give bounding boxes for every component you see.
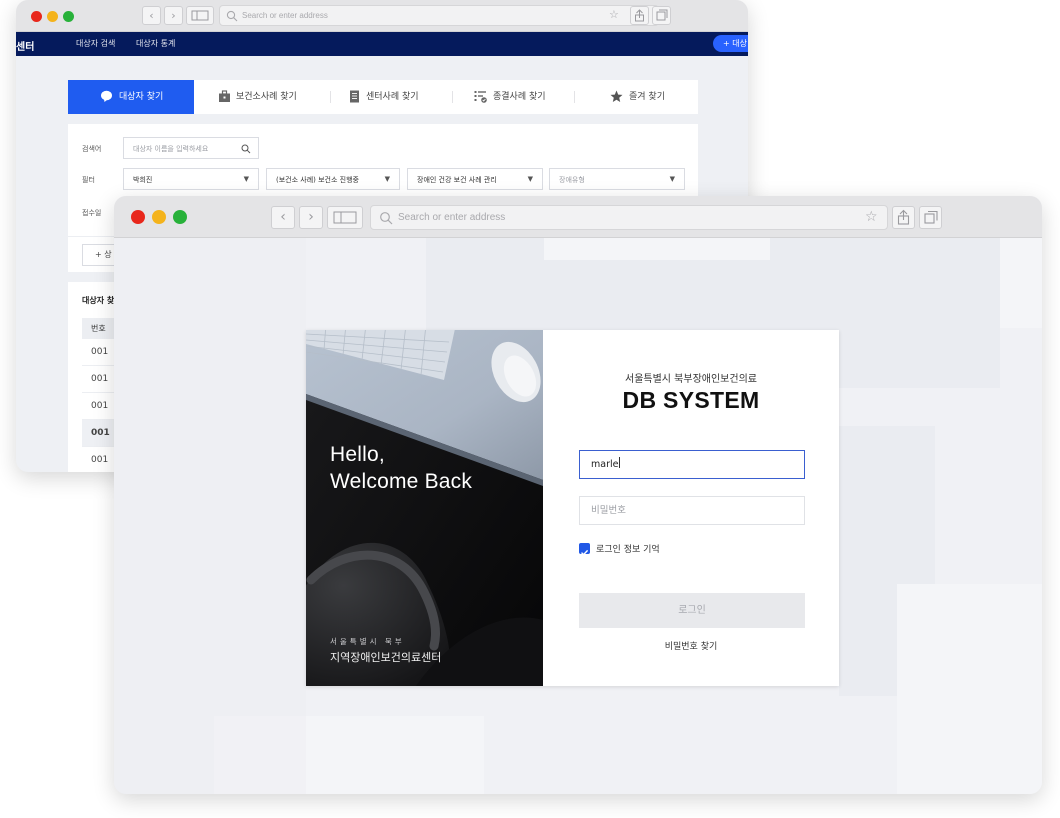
filter-select-disability-type[interactable]: 장애유형 ▼	[549, 168, 685, 190]
front-browser-window: ‹ › Search or enter address ☆ Hello, Wel…	[114, 196, 1042, 794]
address-placeholder: Search or enter address	[242, 11, 328, 20]
brand-logo-text: 센터	[16, 42, 35, 53]
search-icon[interactable]	[241, 144, 251, 154]
address-bar[interactable]: Search or enter address ☆	[370, 205, 888, 230]
back-nav-button[interactable]: ‹	[271, 206, 295, 229]
text-cursor	[619, 457, 621, 468]
remember-login-checkbox[interactable]	[579, 543, 590, 556]
caret-down-icon: ▼	[243, 175, 249, 183]
search-icon	[380, 212, 393, 225]
nav-item-statistics[interactable]: 대상자 통계	[136, 38, 175, 49]
close-window-button[interactable]	[31, 11, 42, 22]
forward-nav-button[interactable]: ›	[164, 6, 183, 25]
login-form: 서울특별시 북부장애인보건의료 DB SYSTEM marle 비밀번호 로그인…	[543, 330, 839, 686]
maximize-window-button[interactable]	[173, 210, 187, 224]
caret-down-icon: ▼	[527, 175, 533, 183]
minimize-window-button[interactable]	[47, 11, 58, 22]
tab-favorites[interactable]: 즐겨 찾기	[574, 80, 698, 114]
background-block	[114, 238, 306, 794]
add-subject-button[interactable]: + 대상	[713, 35, 748, 52]
hero-photo-panel: Hello, Welcome Back 서울특별시 북부 지역장애인보건의료센터	[306, 330, 543, 686]
remember-login-label[interactable]: 로그인 정보 기억	[596, 542, 660, 555]
top-navigation-bar: 센터 대상자 검색 대상자 통계 + 대상	[16, 32, 748, 56]
checklist-icon	[474, 91, 487, 103]
minimize-window-button[interactable]	[152, 210, 166, 224]
tab-closed-cases[interactable]: 종결사례 찾기	[452, 80, 574, 114]
background-block	[1000, 238, 1042, 328]
welcome-heading: Hello, Welcome Back	[330, 443, 473, 493]
forward-nav-button[interactable]: ›	[299, 206, 323, 229]
desktop-stage: ‹ › Search or enter address ☆ 센터 대상자 검색 …	[0, 0, 1060, 818]
caret-down-icon: ▼	[384, 175, 390, 183]
share-icon[interactable]	[892, 206, 915, 229]
sidebar-toggle-icon[interactable]	[327, 206, 363, 229]
document-icon	[350, 90, 359, 103]
back-nav-button[interactable]: ‹	[142, 6, 161, 25]
login-button[interactable]: 로그인	[579, 593, 805, 628]
tab-center-cases[interactable]: 센터사례 찾기	[330, 80, 452, 114]
nav-item-search[interactable]: 대상자 검색	[76, 38, 115, 49]
briefcase-icon	[219, 90, 230, 102]
username-input[interactable]: marle	[579, 450, 805, 479]
chat-bubble-icon	[101, 90, 112, 102]
close-window-button[interactable]	[131, 210, 145, 224]
filter-label: 필터	[82, 176, 95, 184]
desk-keyboard-mouse-image	[306, 330, 543, 686]
find-password-link[interactable]: 비밀번호 찾기	[543, 639, 839, 652]
bookmark-star-icon[interactable]: ☆	[609, 8, 619, 21]
tab-health-center-cases[interactable]: 보건소사례 찾기	[194, 80, 330, 114]
caret-down-icon: ▼	[669, 175, 675, 183]
maximize-window-button[interactable]	[63, 11, 74, 22]
tab-subject-search[interactable]: 대상자 찾기	[68, 80, 194, 114]
front-window-toolbar: ‹ › Search or enter address ☆	[114, 196, 1042, 238]
filter-select-program[interactable]: 장애인 건강 보건 사례 관리 ▼	[407, 168, 543, 190]
background-block	[544, 238, 770, 260]
search-tab-bar: 대상자 찾기 보건소사례 찾기 센터사례 찾기 종결사례 찾기 즐겨 찾기	[68, 80, 698, 114]
search-icon	[226, 10, 238, 22]
background-block	[897, 584, 1042, 794]
photo-org-subtitle: 서울특별시 북부	[330, 637, 405, 646]
filter-select-staff[interactable]: 박희진 ▼	[123, 168, 259, 190]
date-label: 접수일	[82, 209, 102, 217]
keyword-input[interactable]: 대상자 이름을 입력하세요	[123, 137, 259, 159]
organization-title: 서울특별시 북부장애인보건의료	[625, 374, 757, 385]
address-placeholder: Search or enter address	[398, 212, 506, 223]
star-icon	[610, 90, 623, 102]
checkmark-icon	[581, 549, 589, 556]
share-icon[interactable]	[630, 6, 649, 25]
bookmark-star-icon[interactable]: ☆	[865, 209, 878, 225]
results-title: 대상자 찾	[82, 296, 115, 305]
photo-org-name: 지역장애인보건의료센터	[330, 651, 442, 664]
back-window-toolbar: ‹ › Search or enter address ☆	[16, 0, 748, 32]
sidebar-toggle-icon[interactable]	[186, 6, 214, 25]
tabs-overview-icon[interactable]	[652, 6, 671, 25]
login-card: Hello, Welcome Back 서울특별시 북부 지역장애인보건의료센터…	[306, 330, 839, 686]
keyword-label: 검색어	[82, 145, 102, 153]
filter-select-status[interactable]: (보건소 사례) 보건소 진행중 ▼	[266, 168, 400, 190]
address-bar[interactable]: Search or enter address ☆	[219, 5, 659, 26]
tabs-overview-icon[interactable]	[919, 206, 942, 229]
system-title: DB SYSTEM	[622, 387, 760, 413]
password-input[interactable]: 비밀번호	[579, 496, 805, 525]
